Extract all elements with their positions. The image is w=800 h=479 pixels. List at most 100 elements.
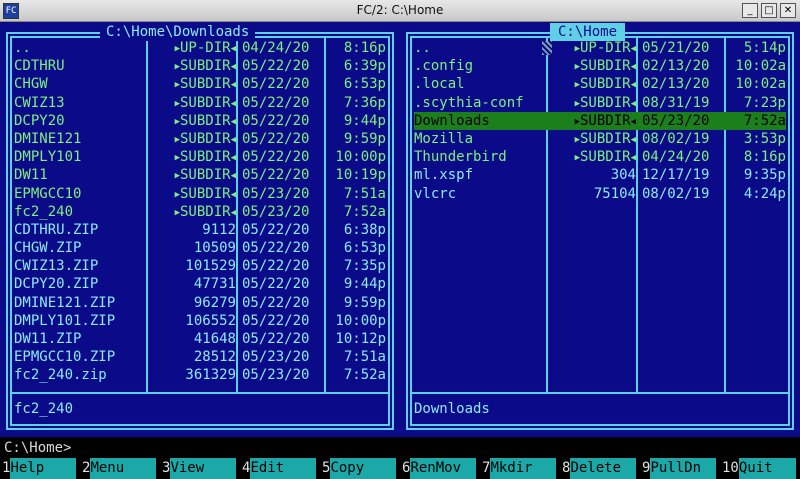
dir-tag: SUBDIR [180,76,231,93]
file-size: ▶UP-DIR◀ [552,39,636,59]
file-time: 10:19p [335,167,386,184]
file-name: DMINE121 [14,130,82,147]
dir-arrow-icon: ▶ [174,80,180,91]
file-size: ▶SUBDIR◀ [152,57,236,77]
file-date: 05/22/20 [242,167,310,184]
file-name: CHGW [14,76,48,93]
file-time: 7:51a [343,349,386,366]
file-name: DW11.ZIP [14,331,82,347]
fkey-help[interactable]: 1 Help [0,458,80,479]
dir-tag: SUBDIR [180,58,231,75]
file-date: 08/02/19 [642,185,710,202]
file-row[interactable]: DMINE121.ZIP 96279 05/22/20 9:59p [14,294,386,312]
directory-row[interactable]: EPMGCC10 ▶SUBDIR◀ 05/23/20 7:51a [14,185,386,203]
directory-row[interactable]: fc2_240 ▶SUBDIR◀ 05/23/20 7:52a [14,203,386,221]
file-time: 9:44p [343,112,386,129]
file-date: 05/22/20 [242,312,310,329]
file-row[interactable]: CWIZ13.ZIP 101529 05/22/20 7:35p [14,257,386,275]
file-row[interactable]: vlcrc 75104 08/02/19 4:24p [414,185,786,203]
file-date: 05/21/20 [642,40,710,56]
dir-arrow-left-icon: ◀ [630,80,636,91]
file-name: DCPY20 [14,112,65,129]
directory-row[interactable]: CDTHRU ▶SUBDIR◀ 05/22/20 6:39p [14,57,386,75]
maximize-button[interactable]: □ [761,3,777,18]
fkey-edit[interactable]: 4 Edit [240,458,320,479]
file-row[interactable]: CHGW.ZIP 10509 05/22/20 6:53p [14,239,386,257]
file-time: 6:39p [343,58,386,75]
close-button[interactable]: ✕ [780,3,796,18]
fkey-number: 7 [480,458,491,479]
dir-tag: SUBDIR [180,167,231,184]
dir-arrow-icon: ▶ [174,207,180,218]
file-name: Thunderbird [414,149,507,166]
dir-tag: SUBDIR [180,185,231,202]
file-date: 08/31/19 [642,94,710,111]
minimize-button[interactable]: _ [742,3,758,18]
directory-row[interactable]: DW11 ▶SUBDIR◀ 05/22/20 10:19p [14,166,386,184]
directory-row[interactable]: DCPY20 ▶SUBDIR◀ 05/22/20 9:44p [14,112,386,130]
fkey-renmov[interactable]: 6 RenMov [400,458,480,479]
fkey-pulldn[interactable]: 9 PullDn [640,458,720,479]
file-list[interactable]: .. ▶UP-DIR◀ 05/21/20 5:14p .config ▶SUBDIR◀ 02… [414,39,786,203]
file-row[interactable]: DW11.ZIP 41648 05/22/20 10:12p [14,330,386,348]
file-date: 05/23/20 [242,185,310,202]
file-size: 361329 [185,367,236,384]
fkey-view[interactable]: 3 View [160,458,240,479]
directory-row[interactable]: .. ▶UP-DIR◀ 04/24/20 8:16p [14,39,386,57]
command-prompt[interactable]: C:\Home> [4,439,71,457]
file-row[interactable]: EPMGCC10.ZIP 28512 05/23/20 7:51a [14,348,386,366]
directory-row[interactable]: Downloads ▶SUBDIR◀ 05/23/20 7:52a [414,111,786,132]
fkey-copy[interactable]: 5 Copy [320,458,400,479]
dir-tag: UP-DIR [180,40,231,56]
dir-arrow-icon: ▶ [174,116,180,127]
window-titlebar[interactable]: FC FC/2: C:\Home _ □ ✕ [0,0,800,22]
file-time: 8:16p [743,149,786,166]
file-row[interactable]: DCPY20.ZIP 47731 05/22/20 9:44p [14,275,386,293]
file-row[interactable]: DMPLY101.ZIP 106552 05/22/20 10:00p [14,312,386,330]
directory-row[interactable]: Thunderbird ▶SUBDIR◀ 04/24/20 8:16p [414,148,786,166]
directory-row[interactable]: DMPLY101 ▶SUBDIR◀ 05/22/20 10:00p [14,148,386,166]
file-time: 10:00p [335,149,386,166]
file-row[interactable]: ml.xspf 304 12/17/19 9:35p [414,166,786,184]
dir-tag: SUBDIR [580,130,631,147]
dir-arrow-icon: ▶ [174,98,180,109]
directory-row[interactable]: .local ▶SUBDIR◀ 02/13/20 10:02a [414,75,786,93]
panel-status: Downloads [414,401,490,417]
file-date: 12/17/19 [642,167,710,184]
dir-tag: SUBDIR [580,112,631,129]
directory-row[interactable]: Mozilla ▶SUBDIR◀ 08/02/19 3:53p [414,130,786,148]
fkey-delete[interactable]: 8 Delete [560,458,640,479]
file-size: ▶SUBDIR◀ [552,57,636,77]
file-time: 9:44p [343,276,386,293]
fkey-label: View [170,458,236,479]
terminal-screen: C:\Home\Downloads .. ▶UP-DIR◀ 04/24/20 8:16… [0,22,800,479]
file-size: 28512 [193,349,236,366]
file-name: DMPLY101 [14,149,82,166]
file-time: 7:52a [343,203,386,220]
file-row[interactable]: fc2_240.zip 361329 05/23/20 7:52a [14,366,386,384]
dir-arrow-icon: ▶ [174,134,180,145]
directory-row[interactable]: CWIZ13 ▶SUBDIR◀ 05/22/20 7:36p [14,94,386,112]
fkey-mkdir[interactable]: 7 Mkdir [480,458,560,479]
directory-row[interactable]: .config ▶SUBDIR◀ 02/13/20 10:02a [414,57,786,75]
fkey-number: 1 [0,458,11,479]
directory-row[interactable]: CHGW ▶SUBDIR◀ 05/22/20 6:53p [14,75,386,93]
file-size: 47731 [193,276,236,293]
left-file-panel[interactable]: C:\Home\Downloads .. ▶UP-DIR◀ 04/24/20 8:16… [0,22,400,437]
file-size: ▶SUBDIR◀ [152,166,236,186]
fkey-quit[interactable]: 10 Quit [720,458,800,479]
directory-row[interactable]: DMINE121 ▶SUBDIR◀ 05/22/20 9:59p [14,130,386,148]
file-time: 4:24p [743,185,786,202]
right-file-panel[interactable]: C:\Home .. ▶UP-DIR◀ 05/21/20 5:14p .config ▶S… [400,22,800,437]
fkey-menu[interactable]: 2 Menu [80,458,160,479]
directory-row[interactable]: .. ▶UP-DIR◀ 05/21/20 5:14p [414,39,786,57]
file-date: 05/22/20 [242,58,310,75]
file-name: CDTHRU [14,58,65,75]
file-row[interactable]: CDTHRU.ZIP 9112 05/22/20 6:38p [14,221,386,239]
file-size: ▶SUBDIR◀ [552,112,636,132]
directory-row[interactable]: .scythia-conf ▶SUBDIR◀ 08/31/19 7:23p [414,94,786,112]
scroll-indicator[interactable] [542,41,552,55]
fkey-label: Help [10,458,76,479]
file-name: .config [414,58,474,75]
file-list[interactable]: .. ▶UP-DIR◀ 04/24/20 8:16p CDTHRU ▶SUBDIR◀ 05/… [14,39,386,385]
